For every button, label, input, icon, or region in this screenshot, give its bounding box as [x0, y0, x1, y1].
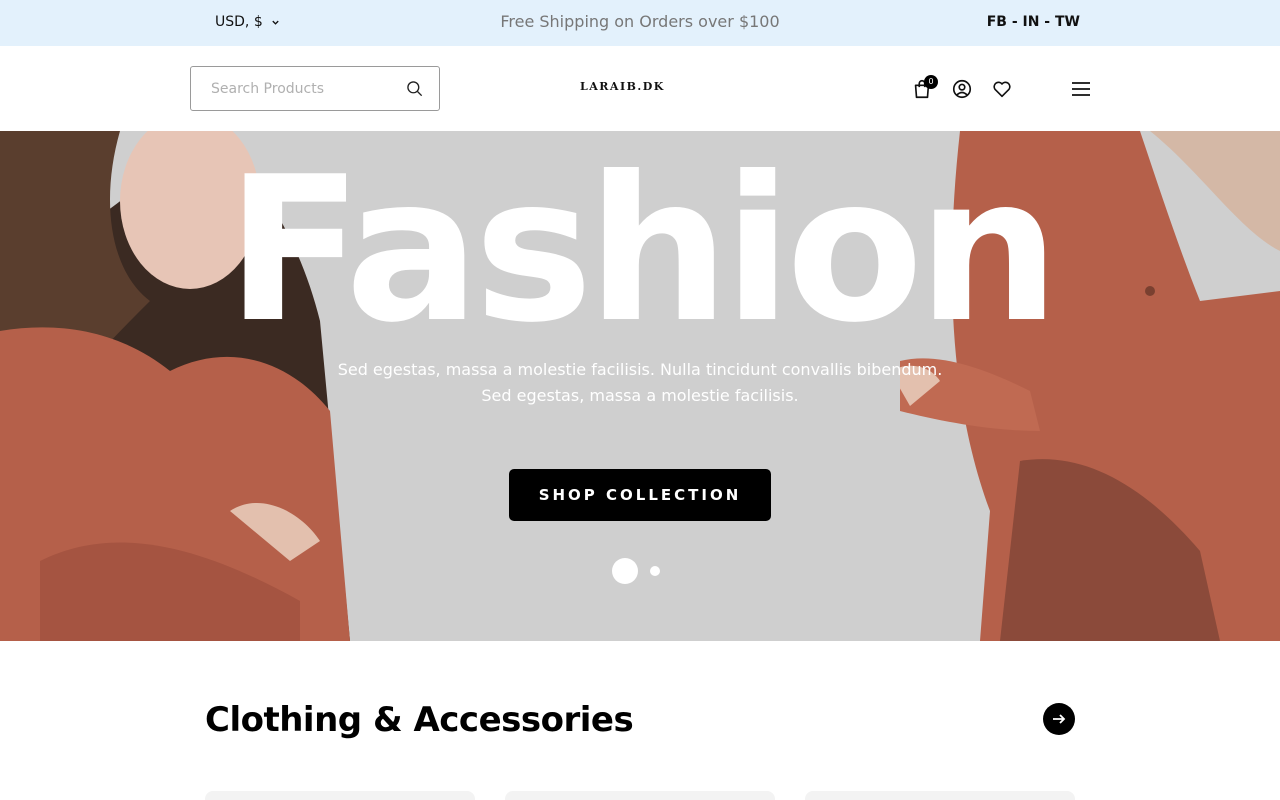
- cart-count-badge: 0: [924, 75, 938, 89]
- slider-dot-2[interactable]: [650, 566, 660, 576]
- hamburger-menu-icon[interactable]: [1070, 78, 1092, 100]
- shop-collection-button[interactable]: SHOP COLLECTION: [509, 469, 771, 521]
- search-icon[interactable]: [405, 79, 425, 99]
- hero-subtitle: Sed egestas, massa a molestie facilisis.…: [0, 357, 1280, 409]
- top-announcement-bar: USD, $ Free Shipping on Orders over $100…: [0, 0, 1280, 46]
- slider-dot-1-active[interactable]: [612, 558, 638, 584]
- social-links[interactable]: FB - IN - TW: [987, 14, 1080, 30]
- heart-icon[interactable]: [991, 78, 1013, 100]
- product-card[interactable]: [805, 791, 1075, 800]
- section-next-button[interactable]: [1043, 703, 1075, 735]
- section-title: Clothing & Accessories: [205, 700, 634, 740]
- search-box: [190, 66, 440, 111]
- hero-subtitle-line-1: Sed egestas, massa a molestie facilisis.…: [337, 360, 943, 379]
- hero-subtitle-line-2: Sed egestas, massa a molestie facilisis.: [481, 386, 799, 405]
- product-card[interactable]: [505, 791, 775, 800]
- hero-slider: Fashion Sed egestas, massa a molestie fa…: [0, 131, 1280, 641]
- arrow-right-icon: [1053, 714, 1066, 724]
- product-card[interactable]: [205, 791, 475, 800]
- user-icon[interactable]: [951, 78, 973, 100]
- site-header: LARAIB.DK 0: [0, 46, 1280, 131]
- hero-title: Fashion: [226, 134, 1060, 367]
- site-logo[interactable]: LARAIB.DK: [580, 80, 665, 93]
- shipping-banner-text: Free Shipping on Orders over $100: [500, 12, 780, 31]
- search-input[interactable]: [211, 79, 391, 99]
